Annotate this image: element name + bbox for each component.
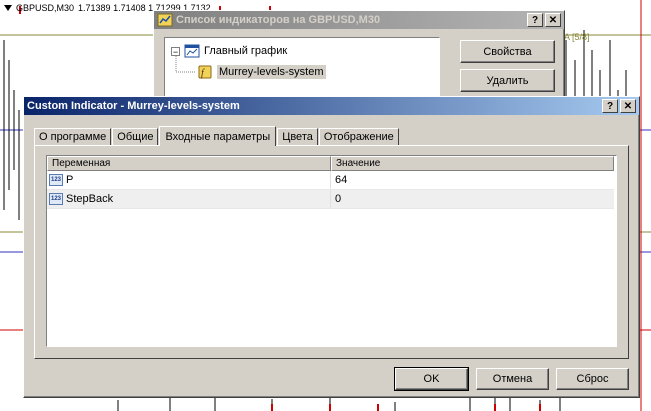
tab-inputs[interactable]: Входные параметры: [159, 126, 277, 146]
table-row[interactable]: 123 P 64: [47, 171, 614, 190]
tree-item-label: Murrey-levels-system: [217, 65, 326, 79]
dropdown-triangle-icon: [4, 5, 12, 11]
custom-indicator-dialog: Custom Indicator - Murrey-levels-system …: [23, 96, 640, 398]
table-header: Переменная Значение: [47, 156, 614, 171]
close-icon[interactable]: ✕: [545, 13, 561, 27]
column-header-variable[interactable]: Переменная: [47, 156, 331, 171]
dialog-titlebar[interactable]: Custom Indicator - Murrey-levels-system …: [24, 97, 639, 115]
properties-button[interactable]: Свойства: [460, 40, 555, 63]
indicator-list-title: Список индикаторов на GBPUSD,M30: [176, 14, 381, 26]
murrey-level-label: A [5/8]: [564, 32, 590, 42]
param-value: 64: [335, 174, 348, 186]
tab-strip: О программе Общие Входные параметры Цвет…: [34, 125, 400, 146]
integer-param-icon: 123: [49, 193, 63, 205]
help-button[interactable]: ?: [602, 99, 618, 113]
param-name-cell: 123 P: [47, 171, 331, 189]
cancel-button[interactable]: Отмена: [476, 368, 549, 390]
tab-about[interactable]: О программе: [34, 128, 112, 145]
close-icon[interactable]: ✕: [620, 99, 636, 113]
parameters-table[interactable]: Переменная Значение 123 P 64 123 StepBac…: [46, 155, 617, 347]
delete-button[interactable]: Удалить: [460, 69, 555, 92]
help-button[interactable]: ?: [527, 13, 543, 27]
param-value-cell[interactable]: 64: [331, 171, 614, 189]
param-value-cell[interactable]: 0: [331, 190, 614, 208]
custom-indicator-icon: f: [198, 65, 212, 79]
param-value: 0: [335, 193, 342, 205]
dialog-title: Custom Indicator - Murrey-levels-system: [27, 100, 240, 112]
column-header-value[interactable]: Значение: [331, 156, 614, 171]
indicator-list-window: Список индикаторов на GBPUSD,M30 ? ✕ − Г…: [153, 10, 565, 108]
tab-common[interactable]: Общие: [112, 128, 159, 145]
tab-visualization[interactable]: Отображение: [318, 128, 399, 145]
reset-button[interactable]: Сброс: [556, 368, 629, 390]
integer-param-icon: 123: [49, 174, 63, 186]
app-icon: [157, 13, 173, 27]
param-name-cell: 123 StepBack: [47, 190, 331, 208]
param-name: P: [66, 174, 74, 186]
ok-button[interactable]: OK: [394, 367, 469, 391]
table-row[interactable]: 123 StepBack 0: [47, 190, 614, 209]
tree-item-murrey[interactable]: f Murrey-levels-system: [197, 65, 326, 79]
inputs-panel: Переменная Значение 123 P 64 123 StepBac…: [34, 145, 629, 359]
indicator-tree[interactable]: − Главный график f Murrey-levels-system: [164, 37, 440, 99]
param-name: StepBack: [66, 193, 114, 205]
tree-item-label: Главный график: [204, 45, 288, 57]
chart-symbol: GBPUSD,M30: [16, 3, 75, 13]
indicator-list-titlebar[interactable]: Список индикаторов на GBPUSD,M30 ? ✕: [154, 11, 564, 29]
tab-colors[interactable]: Цвета: [277, 128, 318, 145]
